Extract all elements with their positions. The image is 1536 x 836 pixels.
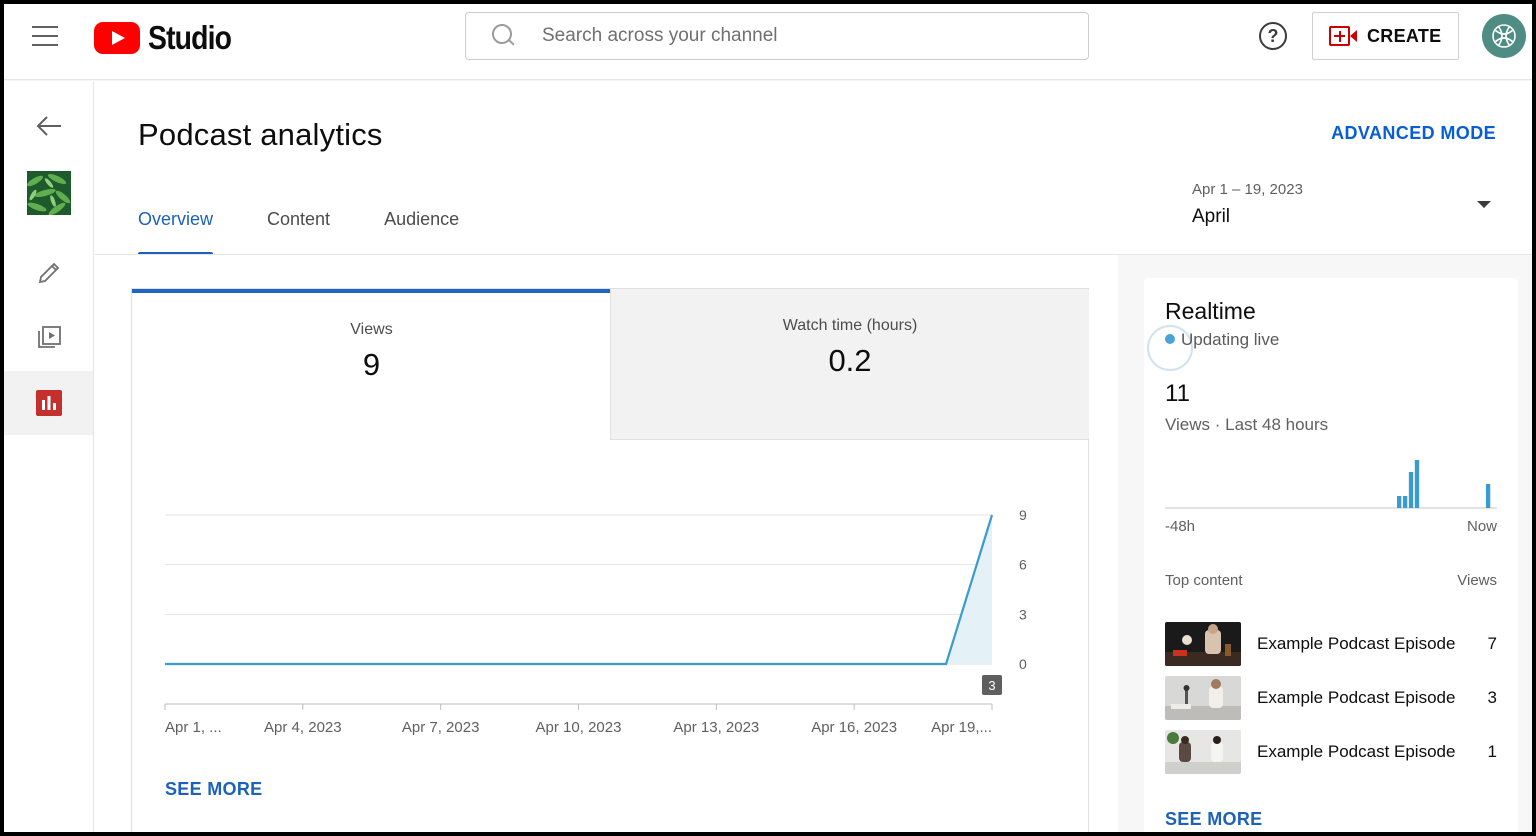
series-area xyxy=(165,515,992,664)
top-content-views: 3 xyxy=(1487,688,1497,707)
back-arrow-icon xyxy=(36,116,61,136)
tab-bar: Overview Content Audience xyxy=(138,209,513,255)
top-content-row[interactable]: Example Podcast Episode 3 xyxy=(1165,676,1497,720)
realtime-status: Updating live xyxy=(1181,330,1280,349)
advanced-mode-link[interactable]: ADVANCED MODE xyxy=(1331,123,1496,144)
x-tick-label: Apr 4, 2023 xyxy=(264,719,342,736)
realtime-bar xyxy=(1414,460,1420,508)
y-tick-label: 6 xyxy=(1019,557,1027,573)
analytics-nav[interactable] xyxy=(4,371,93,435)
x-tick-label: Apr 16, 2023 xyxy=(811,719,897,736)
chart-see-more-link[interactable]: SEE MORE xyxy=(165,779,262,800)
metric-label: Watch time (hours) xyxy=(782,317,918,334)
hamburger-menu-icon[interactable] xyxy=(32,26,58,48)
x-tick-label: Apr 7, 2023 xyxy=(402,719,480,736)
top-content-title: Example Podcast Episode xyxy=(1257,688,1456,707)
top-content-title: Example Podcast Episode xyxy=(1257,634,1456,653)
top-content-row[interactable]: Example Podcast Episode 1 xyxy=(1165,730,1497,774)
back-button[interactable] xyxy=(4,95,93,157)
tab-content[interactable]: Content xyxy=(267,209,330,255)
tab-audience[interactable]: Audience xyxy=(384,209,459,255)
metric-tab-views[interactable]: Views 9 xyxy=(132,289,611,440)
top-content-views: 7 xyxy=(1487,634,1497,653)
realtime-bar xyxy=(1408,472,1414,508)
video-thumbnail xyxy=(1165,676,1241,720)
realtime-bar xyxy=(1397,496,1402,508)
metric-label: Views xyxy=(350,321,393,338)
search-input[interactable] xyxy=(542,25,1062,47)
x-tick-label: Apr 10, 2023 xyxy=(536,719,622,736)
left-rail xyxy=(4,81,94,832)
realtime-bar xyxy=(1402,496,1408,508)
metric-value: 0.2 xyxy=(828,343,872,378)
series-line xyxy=(165,514,994,666)
top-content-row[interactable]: Example Podcast Episode 7 xyxy=(1165,622,1497,666)
youtube-play-icon xyxy=(94,22,140,54)
top-content-header: Top content xyxy=(1165,572,1243,589)
search-box[interactable] xyxy=(465,12,1089,60)
realtime-subtitle: Views · Last 48 hours xyxy=(1165,415,1329,434)
video-camera-plus-icon xyxy=(1329,26,1357,46)
podcast-thumbnail xyxy=(26,171,71,215)
avatar[interactable] xyxy=(1482,14,1526,58)
tab-overview[interactable]: Overview xyxy=(138,209,214,255)
y-tick-label: 3 xyxy=(1019,606,1027,622)
dropdown-caret-icon[interactable] xyxy=(1477,201,1491,208)
avatar-logo-icon xyxy=(1482,14,1526,58)
realtime-axis-start: -48h xyxy=(1165,518,1196,535)
top-content-title: Example Podcast Episode xyxy=(1257,742,1456,761)
video-thumbnail xyxy=(1165,622,1241,666)
video-thumbnail xyxy=(1165,730,1241,774)
realtime-bar-chart xyxy=(1165,460,1497,509)
date-range-picker[interactable]: Apr 1 – 19, 2023 April xyxy=(1192,181,1303,228)
metric-tab-watch-time[interactable]: Watch time (hours) 0.2 xyxy=(610,288,1089,440)
x-tick-label: Apr 13, 2023 xyxy=(673,719,759,736)
channel-thumbnail[interactable] xyxy=(4,162,93,224)
realtime-bar xyxy=(1485,484,1491,508)
search-icon[interactable] xyxy=(490,23,516,49)
realtime-card: Realtime Updating live 11 Views · Last 4… xyxy=(1144,278,1518,832)
views-column-header: Views xyxy=(1457,572,1497,589)
x-tick-label: Apr 19,... xyxy=(931,719,992,736)
top-content-views: 1 xyxy=(1487,742,1497,761)
studio-logo[interactable]: Studio xyxy=(94,19,245,56)
realtime-axis-end: Now xyxy=(1466,518,1497,535)
overview-chart-card: Views 9 Watch time (hours) 0.2 0 3 6 9 Apr 1… xyxy=(131,288,1089,832)
app-frame: Studio ? CREATE xyxy=(4,4,1532,832)
x-tick-label: Apr 1, ... xyxy=(165,719,222,736)
realtime-see-more-link[interactable]: SEE MORE xyxy=(1165,809,1262,830)
views-line-chart: 0 3 6 9 Apr 1, ... Apr 4, 2023 Apr 7, 2023 Apr … xyxy=(164,507,1027,736)
pencil-icon xyxy=(38,262,59,284)
y-tick-label: 9 xyxy=(1019,507,1027,523)
details-nav[interactable] xyxy=(4,242,93,304)
realtime-count: 11 xyxy=(1165,380,1190,407)
y-tick-label: 0 xyxy=(1019,656,1027,672)
chart-marker-badge-label: 3 xyxy=(988,678,995,693)
content-nav[interactable] xyxy=(4,306,93,368)
help-icon[interactable]: ? xyxy=(1259,22,1287,50)
metric-value: 9 xyxy=(362,347,381,382)
analytics-bar-chart-icon xyxy=(35,390,62,416)
date-period-label: April xyxy=(1192,206,1231,227)
create-button[interactable]: CREATE xyxy=(1312,12,1459,60)
live-dot-icon xyxy=(1165,334,1175,344)
date-range-text: Apr 1 – 19, 2023 xyxy=(1192,181,1303,198)
realtime-title: Realtime xyxy=(1165,298,1256,324)
page-title: Podcast analytics xyxy=(138,117,383,152)
top-bar: Studio ? CREATE xyxy=(4,4,1532,80)
video-library-icon xyxy=(37,326,61,348)
main-content: Podcast analytics ADVANCED MODE Overview… xyxy=(95,81,1532,832)
logo-text: Studio xyxy=(148,19,232,56)
create-label: CREATE xyxy=(1367,25,1442,46)
